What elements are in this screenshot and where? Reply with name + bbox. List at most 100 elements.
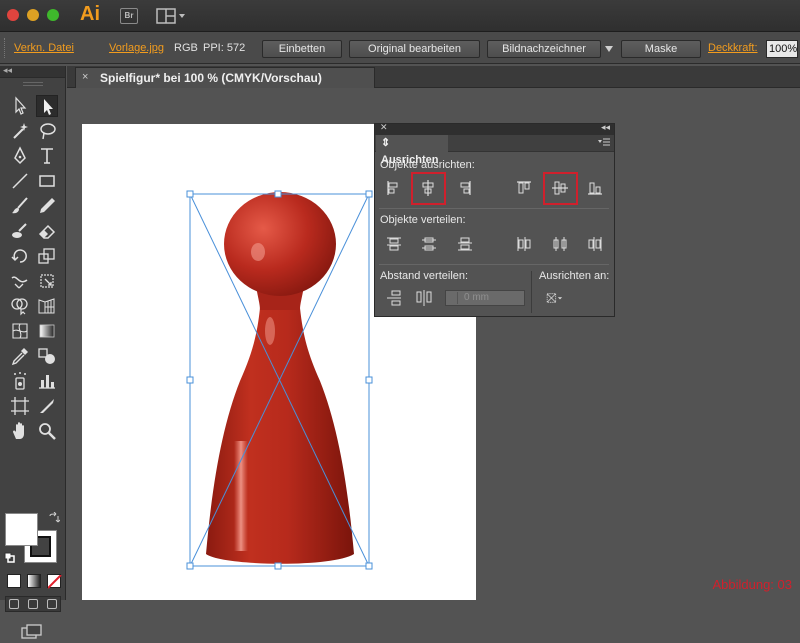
horizontal-align-right-button[interactable] [454, 179, 474, 197]
opacity-input[interactable]: 100% [766, 40, 798, 58]
color-mode-button[interactable] [7, 574, 21, 588]
horizontal-align-left-button[interactable] [384, 179, 404, 197]
document-tab-bar: × Spielfigur* bei 100 % (CMYK/Vorschau) [67, 66, 800, 88]
eraser-tool[interactable] [36, 220, 58, 242]
collapse-icon[interactable]: ◂◂ [3, 65, 12, 76]
scale-tool[interactable] [36, 245, 58, 267]
align-to-dropdown[interactable] [545, 289, 573, 307]
zoom-tool[interactable] [36, 420, 58, 442]
horizontal-distribute-left-button[interactable] [514, 235, 534, 253]
opacity-link[interactable]: Deckkraft: [708, 42, 758, 54]
shape-builder-tool[interactable] [9, 295, 31, 317]
ppi-label: PPI: 572 [203, 42, 245, 54]
minimize-window-button[interactable] [27, 9, 39, 21]
column-graph-tool[interactable] [36, 370, 58, 392]
artboard-tool[interactable] [9, 395, 31, 417]
type-tool[interactable] [36, 145, 58, 167]
control-bar-grip[interactable] [4, 38, 6, 58]
selection-tool[interactable] [9, 95, 31, 117]
perspective-grid-icon [36, 295, 58, 317]
body-highlight [234, 441, 248, 551]
draw-normal-icon[interactable] [9, 599, 19, 609]
none-mode-button[interactable] [47, 574, 61, 588]
resize-handle[interactable] [366, 191, 372, 197]
resize-handle[interactable] [366, 377, 372, 383]
screen-mode-button[interactable] [20, 624, 44, 640]
pawn-head [224, 192, 336, 296]
arrange-documents-button[interactable] [156, 8, 186, 24]
distribute-spacing-label: Abstand verteilen: [380, 270, 468, 282]
blend-tool[interactable] [36, 345, 58, 367]
mask-button[interactable]: Maske [621, 40, 701, 58]
magic-wand-tool[interactable] [9, 120, 31, 142]
resize-handle[interactable] [187, 563, 193, 569]
draw-behind-icon[interactable] [28, 599, 38, 609]
vertical-align-top-button[interactable] [514, 179, 534, 197]
mesh-tool[interactable] [9, 320, 31, 342]
pen-tool[interactable] [9, 145, 31, 167]
pencil-tool[interactable] [36, 195, 58, 217]
panel-menu-icon[interactable] [598, 138, 610, 148]
file-name-link[interactable]: Vorlage.jpg [109, 42, 164, 54]
rotate-tool[interactable] [9, 245, 31, 267]
resize-handle[interactable] [187, 191, 193, 197]
gradient-tool[interactable] [36, 320, 58, 342]
bridge-button[interactable]: Br [120, 8, 138, 24]
width-tool[interactable] [9, 270, 31, 292]
vertical-distribute-space-button[interactable] [384, 289, 404, 307]
vertical-divider [531, 271, 532, 313]
horizontal-distribute-space-button[interactable] [414, 289, 434, 307]
lasso-tool[interactable] [36, 120, 58, 142]
horizontal-distribute-center-button[interactable] [550, 235, 570, 253]
resize-handle[interactable] [366, 563, 372, 569]
perspective-grid-tool[interactable] [36, 295, 58, 317]
pawn-artwork[interactable] [182, 186, 378, 576]
head-highlight [251, 243, 265, 261]
paintbrush-tool[interactable] [9, 195, 31, 217]
embed-button[interactable]: Einbetten [262, 40, 342, 58]
symbol-sprayer-tool[interactable] [9, 370, 31, 392]
vertical-distribute-center-button[interactable] [419, 235, 439, 253]
vertical-distribute-bottom-button[interactable] [455, 235, 475, 253]
direct-selection-tool[interactable] [36, 95, 58, 117]
line-tool[interactable] [9, 170, 31, 192]
panel-collapse-icon[interactable]: ◂◂ [601, 122, 610, 133]
tools-grip[interactable] [23, 82, 43, 86]
close-document-icon[interactable]: × [82, 71, 88, 83]
blob-brush-tool[interactable] [9, 220, 31, 242]
resize-handle[interactable] [275, 563, 281, 569]
panel-title-strip[interactable]: ✕ ◂◂ [375, 124, 614, 135]
edit-original-button[interactable]: Original bearbeiten [349, 40, 480, 58]
eyedropper-tool[interactable] [9, 345, 31, 367]
vertical-align-bottom-button[interactable] [585, 179, 605, 197]
gradient-mode-button[interactable] [27, 574, 41, 588]
close-window-button[interactable] [7, 9, 19, 21]
image-trace-button[interactable]: Bildnachzeichner [487, 40, 601, 58]
neck-highlight [265, 317, 275, 345]
resize-handle[interactable] [275, 191, 281, 197]
resize-handle[interactable] [187, 377, 193, 383]
tab-ausrichten[interactable]: ⇕ Ausrichten [376, 135, 448, 152]
fill-color-swatch[interactable] [5, 513, 38, 546]
hand-tool[interactable] [9, 420, 31, 442]
horizontal-distribute-right-button[interactable] [585, 235, 605, 253]
image-trace-dropdown-icon[interactable] [605, 46, 613, 52]
draw-inside-icon[interactable] [47, 599, 57, 609]
maximize-window-button[interactable] [47, 9, 59, 21]
free-transform-tool[interactable] [36, 270, 58, 292]
linked-file-link[interactable]: Verkn. Datei [14, 42, 74, 54]
magic-wand-icon [9, 120, 31, 142]
vertical-distribute-top-button[interactable] [384, 235, 404, 253]
default-colors-icon[interactable] [4, 552, 16, 564]
swap-colors-icon[interactable] [48, 512, 60, 524]
spacing-input[interactable]: 0 mm [445, 290, 525, 306]
distribute-top-icon [384, 235, 404, 253]
section-divider [379, 208, 609, 209]
selection-arrow-icon [9, 95, 31, 117]
type-icon [36, 145, 58, 167]
slice-tool[interactable] [36, 395, 58, 417]
panel-close-icon[interactable]: ✕ [380, 122, 388, 133]
spacing-stepper-icon[interactable] [448, 292, 458, 304]
document-tab[interactable]: × Spielfigur* bei 100 % (CMYK/Vorschau) [75, 67, 375, 88]
rectangle-tool[interactable] [36, 170, 58, 192]
